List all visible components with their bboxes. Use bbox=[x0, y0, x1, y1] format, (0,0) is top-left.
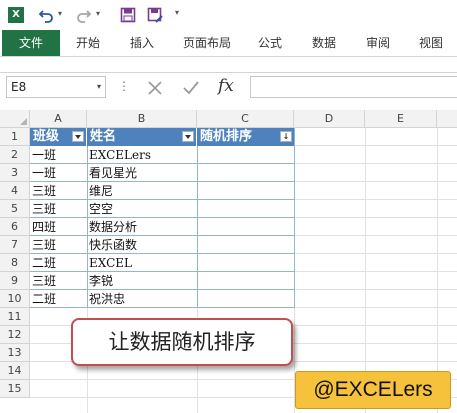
table-cell-class[interactable]: 四班 bbox=[30, 218, 87, 236]
undo-dropdown-icon[interactable]: ▾ bbox=[58, 9, 62, 18]
tab-data[interactable]: 数据 bbox=[306, 30, 342, 56]
column-header-c[interactable]: C bbox=[197, 110, 294, 128]
name-box[interactable]: E8 ▾ bbox=[6, 76, 106, 98]
tab-view[interactable]: 视图 bbox=[413, 30, 449, 56]
name-box-dropdown-icon[interactable]: ▾ bbox=[97, 77, 101, 97]
table-header-random-sort[interactable]: 随机排序 ↓ bbox=[197, 128, 294, 146]
sort-ascending-icon[interactable]: ↓ bbox=[280, 131, 292, 142]
row-header-15[interactable]: 15 bbox=[0, 380, 30, 398]
insert-function-icon[interactable]: fx bbox=[218, 76, 234, 96]
formula-bar: E8 ▾ ⋮ fx bbox=[0, 73, 457, 103]
row-header-4[interactable]: 4 bbox=[0, 182, 30, 200]
table-cell-name[interactable]: 看见星光 bbox=[87, 164, 197, 182]
row-header-5[interactable]: 5 bbox=[0, 200, 30, 218]
tab-review[interactable]: 审阅 bbox=[360, 30, 396, 56]
tab-insert[interactable]: 插入 bbox=[124, 30, 160, 56]
save-as-icon[interactable] bbox=[147, 7, 163, 23]
redo-dropdown-icon[interactable]: ▾ bbox=[96, 9, 100, 18]
table-cell-name[interactable]: 数据分析 bbox=[87, 218, 197, 236]
table-cell-class[interactable]: 三班 bbox=[30, 182, 87, 200]
ribbon-tabs: 文件 开始 插入 页面布局 公式 数据 审阅 视图 bbox=[0, 30, 457, 57]
ribbon-collapsed bbox=[0, 57, 457, 73]
table-cell-name[interactable]: EXCEL bbox=[87, 254, 197, 272]
header-label: 班级 bbox=[33, 129, 60, 144]
name-box-value: E8 bbox=[11, 80, 27, 94]
table-col-border bbox=[197, 146, 198, 308]
table-cell-class[interactable]: 三班 bbox=[30, 236, 87, 254]
excel-icon: X bbox=[8, 7, 24, 23]
select-all-button[interactable] bbox=[0, 110, 30, 128]
undo-icon[interactable] bbox=[38, 7, 54, 23]
table-col-border bbox=[294, 128, 295, 308]
filter-dropdown-icon[interactable] bbox=[72, 131, 84, 142]
row-header-1[interactable]: 1 bbox=[0, 128, 30, 146]
row-header-14[interactable]: 14 bbox=[0, 362, 30, 380]
table-cell-class[interactable]: 二班 bbox=[30, 290, 87, 308]
row-header-3[interactable]: 3 bbox=[0, 164, 30, 182]
tab-home[interactable]: 开始 bbox=[70, 30, 106, 56]
customize-icon[interactable]: ▾ bbox=[175, 8, 179, 17]
row-header-6[interactable]: 6 bbox=[0, 218, 30, 236]
table-cell-name[interactable]: 李锐 bbox=[87, 272, 197, 290]
tab-file[interactable]: 文件 bbox=[2, 30, 60, 56]
row-header-8[interactable]: 8 bbox=[0, 254, 30, 272]
column-header-e[interactable]: E bbox=[365, 110, 437, 128]
table-header-class[interactable]: 班级 bbox=[30, 128, 87, 146]
save-icon[interactable] bbox=[120, 7, 136, 23]
enter-icon[interactable] bbox=[180, 77, 202, 99]
row-header-2[interactable]: 2 bbox=[0, 146, 30, 164]
table-cell-class[interactable]: 二班 bbox=[30, 254, 87, 272]
table-cell-name[interactable]: 维尼 bbox=[87, 182, 197, 200]
worksheet-grid[interactable]: A B C D E 1 2 3 4 5 6 7 8 9 10 11 12 13 … bbox=[0, 110, 457, 413]
header-label: 姓名 bbox=[90, 129, 117, 144]
quick-access-toolbar: X ▾ ▾ ▾ bbox=[0, 0, 457, 30]
row-header-12[interactable]: 12 bbox=[0, 326, 30, 344]
row-header-7[interactable]: 7 bbox=[0, 236, 30, 254]
formula-bar-grip-icon: ⋮ bbox=[118, 79, 130, 93]
filter-dropdown-icon[interactable] bbox=[182, 131, 194, 142]
column-header-a[interactable]: A bbox=[30, 110, 87, 128]
column-header-d[interactable]: D bbox=[294, 110, 365, 128]
tab-formulas[interactable]: 公式 bbox=[252, 30, 288, 56]
table-cell-class[interactable]: 一班 bbox=[30, 164, 87, 182]
table-cell-class[interactable]: 一班 bbox=[30, 146, 87, 164]
table-header-name[interactable]: 姓名 bbox=[87, 128, 197, 146]
callout-box: 让数据随机排序 bbox=[71, 318, 293, 366]
watermark-badge: @EXCELers bbox=[295, 371, 451, 409]
tab-page-layout[interactable]: 页面布局 bbox=[176, 30, 238, 56]
row-header-11[interactable]: 11 bbox=[0, 308, 30, 326]
row-header-13[interactable]: 13 bbox=[0, 344, 30, 362]
formula-input[interactable] bbox=[250, 76, 457, 98]
table-cell-name[interactable]: 快乐函数 bbox=[87, 236, 197, 254]
row-header-10[interactable]: 10 bbox=[0, 290, 30, 308]
table-cell-class[interactable]: 三班 bbox=[30, 200, 87, 218]
column-header-b[interactable]: B bbox=[87, 110, 197, 128]
table-cell-name[interactable]: EXCELers bbox=[87, 146, 197, 164]
column-header-f[interactable] bbox=[437, 110, 457, 128]
table-cell-name[interactable]: 祝洪忠 bbox=[87, 290, 197, 308]
cancel-icon[interactable] bbox=[144, 77, 166, 99]
redo-icon[interactable] bbox=[76, 7, 92, 23]
table-cell-class[interactable]: 三班 bbox=[30, 272, 87, 290]
row-header-9[interactable]: 9 bbox=[0, 272, 30, 290]
header-label: 随机排序 bbox=[200, 129, 253, 144]
table-cell-name[interactable]: 空空 bbox=[87, 200, 197, 218]
